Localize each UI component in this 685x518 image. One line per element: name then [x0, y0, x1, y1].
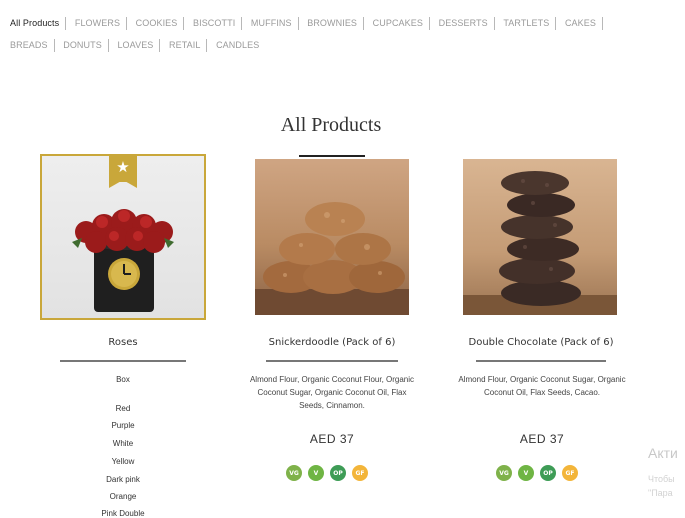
nav-separator — [493, 17, 495, 31]
nav-separator — [206, 39, 208, 53]
nav-separator — [363, 17, 365, 31]
nav-separator — [65, 17, 67, 31]
category-breads[interactable]: BREADS — [10, 34, 48, 56]
category-nav-row-1: All Products FLOWERS COOKIES BISCOTTI MU… — [10, 12, 670, 34]
product-description-snickerdoodle: Almond Flour, Organic Coconut Flour, Org… — [249, 375, 415, 410]
gluten-free-icon: GF — [352, 465, 368, 481]
star-icon: ★ — [116, 159, 130, 176]
category-all-products[interactable]: All Products — [10, 12, 59, 34]
nav-separator — [107, 39, 109, 53]
category-biscotti[interactable]: BISCOTTI — [193, 12, 235, 34]
diet-badges: VG V OP GF — [286, 465, 368, 481]
roses-option-orange[interactable]: Orange — [40, 492, 206, 501]
page-title: All Products — [280, 114, 382, 136]
category-nav: All Products FLOWERS COOKIES BISCOTTI MU… — [10, 12, 670, 56]
activation-watermark-title: Акти — [648, 445, 678, 461]
nav-separator — [126, 17, 128, 31]
category-desserts[interactable]: DESSERTS — [439, 12, 488, 34]
watermark-line: "Пара — [648, 488, 673, 498]
nav-separator — [183, 17, 185, 31]
roses-option-dark-pink[interactable]: Dark pink — [40, 475, 206, 484]
gluten-free-icon: GF — [562, 465, 578, 481]
chocolate-cookies-illustration — [463, 171, 617, 315]
nav-separator — [601, 17, 603, 31]
product-image-double-chocolate[interactable] — [463, 159, 617, 315]
category-muffins[interactable]: MUFFINS — [251, 12, 292, 34]
category-retail[interactable]: RETAIL — [169, 34, 200, 56]
nav-separator — [428, 17, 430, 31]
roses-option-white[interactable]: White — [40, 439, 206, 448]
product-divider — [476, 360, 606, 362]
product-divider — [266, 360, 398, 362]
nav-separator — [159, 39, 161, 53]
product-price-snickerdoodle: AED 37 — [309, 432, 355, 446]
vegetarian-icon: V — [518, 465, 534, 481]
product-name-double-chocolate[interactable]: Double Chocolate (Pack of 6) — [447, 337, 635, 348]
product-image-snickerdoodle[interactable] — [255, 159, 409, 315]
activation-watermark-text: Чтобы "Пара — [648, 472, 675, 500]
product-description-double-chocolate: Almond Flour, Organic Coconut Sugar, Org… — [458, 375, 626, 397]
nav-separator — [297, 17, 299, 31]
category-cookies[interactable]: COOKIES — [136, 12, 178, 34]
cookies-illustration — [255, 202, 409, 315]
roses-option-purple[interactable]: Purple — [40, 421, 206, 430]
organic-icon: OP — [540, 465, 556, 481]
category-brownies[interactable]: BROWNIES — [307, 12, 357, 34]
product-image-roses[interactable]: ★ — [40, 154, 206, 320]
roses-option-heading: Box — [116, 375, 130, 384]
category-loaves[interactable]: LOAVES — [117, 34, 153, 56]
nav-separator — [241, 17, 243, 31]
vegetarian-icon: V — [308, 465, 324, 481]
category-donuts[interactable]: DONUTS — [63, 34, 102, 56]
nav-separator — [555, 17, 557, 31]
title-underline — [299, 155, 365, 157]
nav-separator — [53, 39, 55, 53]
product-name-roses[interactable]: Roses — [40, 337, 206, 348]
category-tartlets[interactable]: TARTLETS — [503, 12, 549, 34]
watermark-line: Чтобы — [648, 474, 675, 484]
category-cakes[interactable]: CAKES — [565, 12, 596, 34]
roses-option-yellow[interactable]: Yellow — [40, 457, 206, 466]
vegan-icon: VG — [496, 465, 512, 481]
organic-icon: OP — [330, 465, 346, 481]
featured-ribbon: ★ — [109, 156, 137, 182]
product-name-snickerdoodle[interactable]: Snickerdoodle (Pack of 6) — [240, 337, 424, 348]
category-candles[interactable]: CANDLES — [216, 34, 259, 56]
diet-badges: VG V OP GF — [496, 465, 578, 481]
product-divider — [60, 360, 186, 362]
product-price-double-chocolate: AED 37 — [519, 432, 565, 446]
roses-option-red[interactable]: Red — [40, 404, 206, 413]
ribbon-notch — [109, 180, 137, 188]
category-cupcakes[interactable]: CUPCAKES — [373, 12, 423, 34]
vegan-icon: VG — [286, 465, 302, 481]
category-nav-row-2: BREADS DONUTS LOAVES RETAIL CANDLES — [10, 34, 670, 56]
category-flowers[interactable]: FLOWERS — [75, 12, 120, 34]
